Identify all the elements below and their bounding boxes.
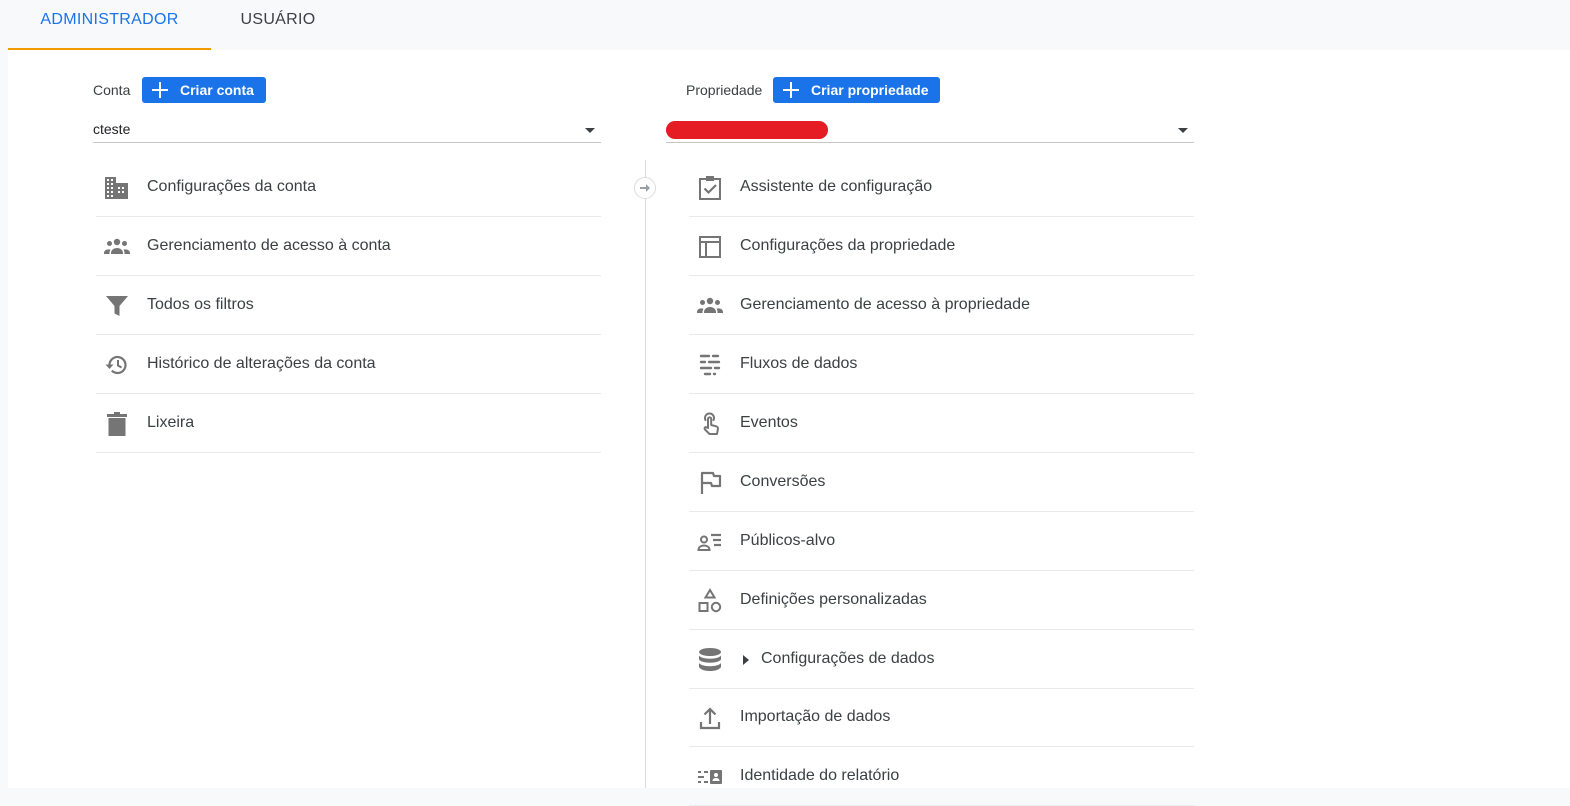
people-icon — [104, 234, 130, 260]
create-property-button[interactable]: Criar propriedade — [773, 77, 941, 103]
property-select[interactable] — [666, 117, 1194, 143]
menu-item-label: Definições personalizadas — [740, 591, 927, 608]
layout-icon — [697, 234, 723, 260]
shapes-icon — [697, 588, 723, 614]
linked-arrow-icon — [634, 177, 656, 199]
menu-item-setup-assistant[interactable]: Assistente de configuração — [689, 158, 1194, 217]
menu-item-label: Gerenciamento de acesso à propriedade — [740, 296, 1030, 313]
menu-item-label: Configurações da conta — [147, 178, 316, 195]
flag-icon — [697, 470, 723, 496]
menu-item-label: Fluxos de dados — [740, 355, 858, 372]
tab-administrador[interactable]: ADMINISTRADOR — [8, 0, 211, 50]
menu-item-data-settings[interactable]: Configurações de dados — [689, 630, 1194, 689]
menu-item-events[interactable]: Eventos — [689, 394, 1194, 453]
menu-item-data-streams[interactable]: Fluxos de dados — [689, 335, 1194, 394]
report-identity-icon — [697, 764, 723, 790]
create-account-button[interactable]: Criar conta — [142, 77, 266, 103]
account-select-value: cteste — [93, 121, 131, 137]
data-streams-icon — [697, 352, 723, 378]
menu-item-custom-definitions[interactable]: Definições personalizadas — [689, 571, 1194, 630]
create-account-label: Criar conta — [180, 82, 254, 98]
filter-icon — [104, 293, 130, 319]
menu-item-data-import[interactable]: Importação de dados — [689, 688, 1194, 747]
menu-item-account-settings[interactable]: Configurações da conta — [96, 158, 601, 217]
menu-item-audiences[interactable]: Públicos-alvo — [689, 512, 1194, 571]
dropdown-arrow-icon — [1178, 128, 1188, 133]
menu-item-change-history[interactable]: Histórico de alterações da conta — [96, 335, 601, 394]
database-icon — [697, 647, 723, 673]
menu-item-label: Gerenciamento de acesso à conta — [147, 237, 391, 254]
menu-item-label: Eventos — [740, 414, 798, 431]
dropdown-arrow-icon — [585, 128, 595, 133]
expand-arrow-icon[interactable] — [743, 655, 749, 665]
menu-item-account-access[interactable]: Gerenciamento de acesso à conta — [96, 217, 601, 276]
building-icon — [104, 175, 130, 201]
column-divider — [645, 160, 646, 788]
clipboard-check-icon — [697, 175, 723, 201]
admin-panel: Conta Criar conta cteste Configurações d… — [8, 50, 1570, 806]
upload-icon — [697, 705, 723, 731]
menu-item-property-settings[interactable]: Configurações da propriedade — [689, 217, 1194, 276]
tab-bar: ADMINISTRADOR USUÁRIO — [0, 0, 1570, 50]
menu-item-label: Importação de dados — [740, 708, 891, 725]
menu-item-label: Assistente de configuração — [740, 178, 933, 195]
menu-item-label: Lixeira — [147, 414, 195, 431]
menu-item-label: Todos os filtros — [147, 296, 254, 313]
menu-item-label: Configurações de dados — [761, 650, 935, 667]
create-property-label: Criar propriedade — [811, 82, 929, 98]
account-label: Conta — [93, 82, 131, 98]
menu-item-reporting-identity[interactable]: Identidade do relatório — [689, 747, 1194, 806]
people-icon — [697, 293, 723, 319]
menu-item-trash[interactable]: Lixeira — [96, 394, 601, 453]
redacted-property-name — [666, 121, 828, 139]
account-select[interactable]: cteste — [93, 117, 601, 143]
menu-item-property-access[interactable]: Gerenciamento de acesso à propriedade — [689, 276, 1194, 335]
touch-icon — [697, 411, 723, 437]
menu-item-all-filters[interactable]: Todos os filtros — [96, 276, 601, 335]
plus-icon — [783, 82, 799, 98]
menu-item-label: Histórico de alterações da conta — [147, 355, 376, 372]
menu-item-label: Identidade do relatório — [740, 767, 900, 784]
audience-icon — [697, 529, 723, 555]
menu-item-label: Conversões — [740, 473, 826, 490]
menu-item-label: Configurações da propriedade — [740, 237, 956, 254]
property-label: Propriedade — [686, 82, 763, 98]
tab-usuario[interactable]: USUÁRIO — [211, 0, 345, 50]
plus-icon — [152, 82, 168, 98]
history-icon — [104, 352, 130, 378]
menu-item-label: Públicos-alvo — [740, 532, 836, 549]
trash-icon — [104, 411, 130, 437]
menu-item-conversions[interactable]: Conversões — [689, 453, 1194, 512]
